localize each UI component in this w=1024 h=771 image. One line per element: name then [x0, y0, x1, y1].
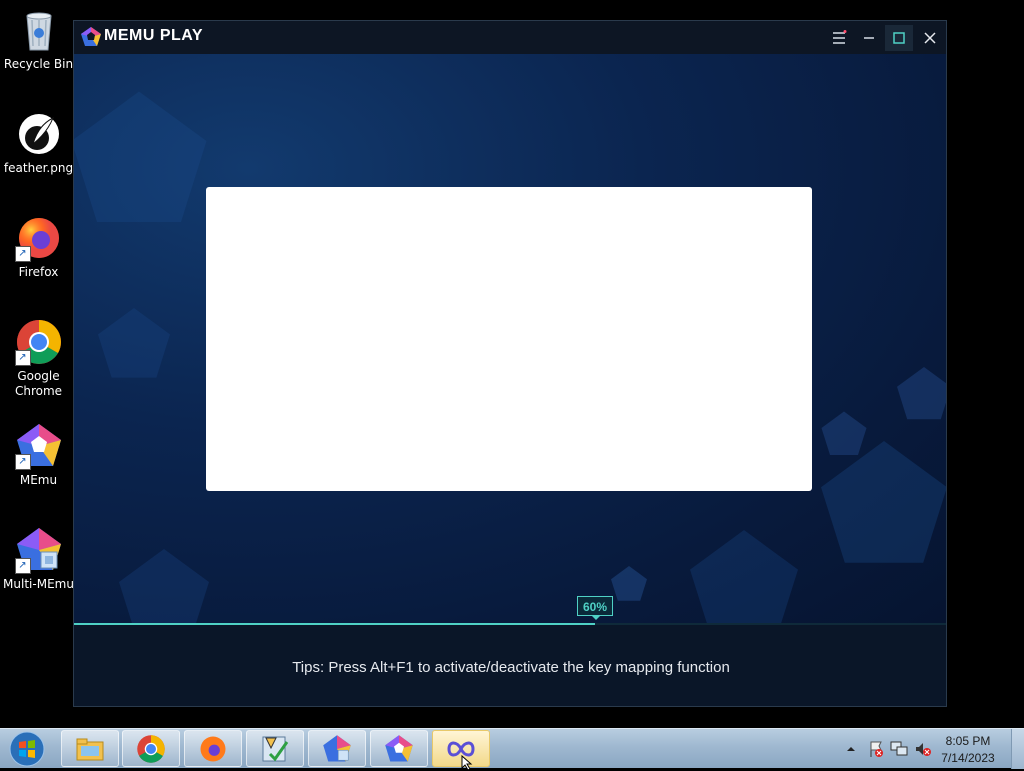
taskbar-firefox[interactable]: [184, 730, 242, 767]
minimize-icon: [864, 37, 874, 39]
clock-date[interactable]: 7/14/2023: [938, 751, 998, 765]
decorative-pentagon-icon: [897, 367, 946, 420]
hamburger-menu-icon: [833, 30, 847, 44]
checklist-app-icon: [262, 736, 289, 761]
minimize-button[interactable]: [855, 25, 883, 51]
windows-orb-icon: [9, 731, 45, 767]
decorative-pentagon-icon: [690, 530, 798, 624]
desktop-icon-label: feather.png: [3, 161, 74, 175]
firefox-icon: ↗: [14, 214, 63, 262]
decorative-pentagon-icon: [119, 549, 209, 624]
taskbar-chrome[interactable]: [122, 730, 180, 767]
chrome-icon: ↗: [14, 318, 63, 366]
recycle-bin-icon: [15, 6, 63, 54]
memu-icon: ↗: [14, 422, 63, 470]
memu-icon: [385, 734, 413, 761]
desktop-icon-google-chrome[interactable]: ↗ Google Chrome: [0, 318, 77, 399]
system-tray: 8:05 PM 7/14/2023: [842, 729, 1022, 769]
shortcut-arrow-icon: ↗: [14, 558, 31, 574]
file-explorer-icon: [76, 738, 104, 760]
desktop-icon-recycle-bin[interactable]: Recycle Bin: [0, 6, 77, 72]
action-center-flag-icon[interactable]: [868, 740, 884, 758]
taskbar-file-explorer[interactable]: [61, 730, 119, 767]
close-button[interactable]: [916, 25, 944, 51]
firefox-icon: [200, 736, 226, 761]
desktop-icon-label: MEmu: [19, 473, 58, 487]
decorative-pentagon-icon: [74, 91, 207, 222]
close-icon: [924, 32, 936, 44]
chrome-icon: [137, 734, 165, 763]
desktop-icon-firefox[interactable]: ↗ Firefox: [0, 214, 77, 280]
badge-pointer: [592, 616, 600, 620]
network-icon[interactable]: [890, 740, 908, 758]
multi-memu-icon: ↗: [14, 526, 63, 574]
tips-text: Tips: Press Alt+F1 to activate/deactivat…: [292, 659, 730, 676]
multi-memu-icon: [323, 734, 351, 761]
tips-footer: Tips: Press Alt+F1 to activate/deactivat…: [74, 625, 946, 706]
desktop-icon-feather[interactable]: feather.png: [0, 110, 77, 176]
mouse-cursor-icon: [461, 755, 473, 771]
show-desktop-button[interactable]: [1011, 729, 1024, 769]
taskbar-memu[interactable]: [370, 730, 428, 767]
maximize-button[interactable]: [885, 25, 913, 51]
menu-button[interactable]: [825, 25, 853, 51]
desktop-icon-label: Recycle Bin: [3, 57, 74, 71]
taskbar-multi-memu[interactable]: [308, 730, 366, 767]
progress-percent-label: 60%: [582, 600, 608, 614]
window-titlebar[interactable]: MEMU PLAY: [74, 21, 946, 54]
desktop-icon-label: Multi-MEmu: [3, 577, 74, 591]
taskbar-checklist-app[interactable]: [246, 730, 304, 767]
shortcut-arrow-icon: ↗: [14, 454, 31, 470]
brand-title: MEMU PLAY: [104, 27, 204, 44]
memu-logo-icon: [80, 26, 102, 48]
maximize-icon: [893, 32, 905, 44]
feather-image-icon: [15, 110, 63, 158]
desktop-icon-multi-memu[interactable]: ↗ Multi-MEmu: [0, 526, 77, 592]
decorative-pentagon-icon: [98, 308, 170, 378]
memu-window: MEMU PLAY 60% Tips: Press Alt+F1 to acti…: [73, 20, 947, 707]
shortcut-arrow-icon: ↗: [14, 246, 31, 262]
decorative-pentagon-icon: [821, 411, 867, 455]
volume-muted-icon[interactable]: [914, 740, 932, 758]
app-splash-panel: [206, 187, 812, 491]
desktop-icon-label: Google Chrome: [14, 369, 63, 398]
start-button[interactable]: [4, 730, 50, 768]
progress-percent-badge: 60%: [577, 596, 613, 620]
taskbar-memu-loading[interactable]: [432, 730, 490, 771]
show-hidden-icons-icon[interactable]: [846, 744, 856, 754]
desktop-icon-memu[interactable]: ↗ MEmu: [0, 422, 77, 488]
desktop-icon-label: Firefox: [18, 265, 59, 279]
decorative-pentagon-icon: [611, 566, 647, 601]
shortcut-arrow-icon: ↗: [14, 350, 31, 366]
clock-time[interactable]: 8:05 PM: [938, 734, 998, 748]
taskbar: 8:05 PM 7/14/2023: [0, 728, 1024, 771]
